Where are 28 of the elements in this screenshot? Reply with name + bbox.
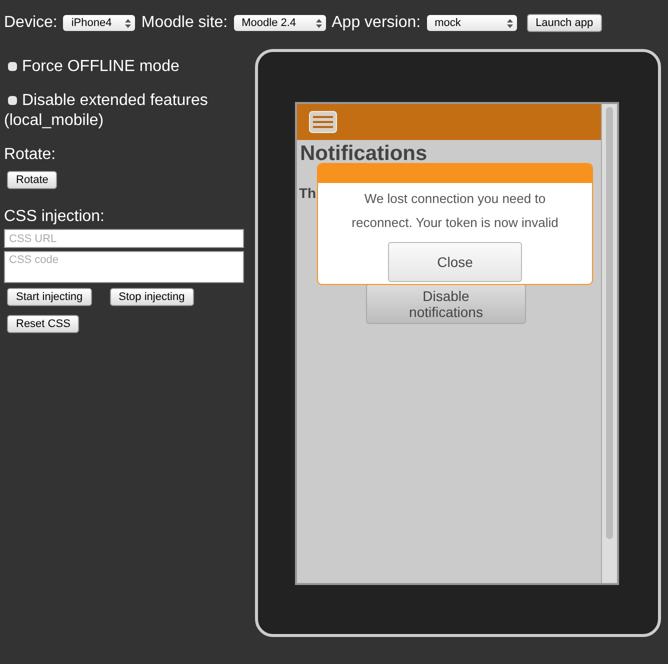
- rotate-button[interactable]: Rotate: [7, 171, 58, 189]
- css-code-field[interactable]: CSS code: [4, 251, 244, 283]
- option-checkbox[interactable]: Disable extended features (local_mobile): [4, 91, 250, 131]
- stepper-icon: [125, 18, 132, 28]
- close-button[interactable]: Close: [388, 242, 522, 282]
- page-subtitle: Th: [298, 184, 316, 203]
- css-url-field[interactable]: CSS URL: [4, 229, 244, 248]
- launch-button[interactable]: Launch app: [526, 14, 602, 32]
- start-injecting-button[interactable]: Start injecting: [7, 288, 92, 306]
- site-select[interactable]: Moodle 2.4: [234, 15, 326, 31]
- checkbox[interactable]: [8, 96, 17, 105]
- stepper-icon: [316, 18, 322, 28]
- reset-css-button[interactable]: Reset CSS: [7, 315, 80, 333]
- disable-notifications-button[interactable]: Disable notifications: [366, 284, 526, 324]
- stop-injecting-button[interactable]: Stop injecting: [110, 288, 194, 306]
- field-label: Device:: [4, 13, 58, 33]
- menu-icon[interactable]: [309, 111, 337, 133]
- page-title: Notifications: [299, 141, 428, 167]
- dialog-message: We lost connection you need to reconnect. Your token is now invalid: [350, 190, 560, 232]
- css-heading: CSS injection:: [4, 207, 106, 227]
- stepper-icon: [506, 18, 513, 28]
- checkbox[interactable]: [8, 62, 17, 71]
- field-label: App version:: [332, 13, 421, 33]
- version-select[interactable]: mock: [426, 15, 517, 31]
- device-select[interactable]: iPhone4: [63, 15, 136, 31]
- rotate-heading: Rotate:: [4, 145, 57, 165]
- option-checkbox[interactable]: Force OFFLINE mode: [4, 57, 250, 77]
- field-label: Moodle site:: [141, 13, 228, 33]
